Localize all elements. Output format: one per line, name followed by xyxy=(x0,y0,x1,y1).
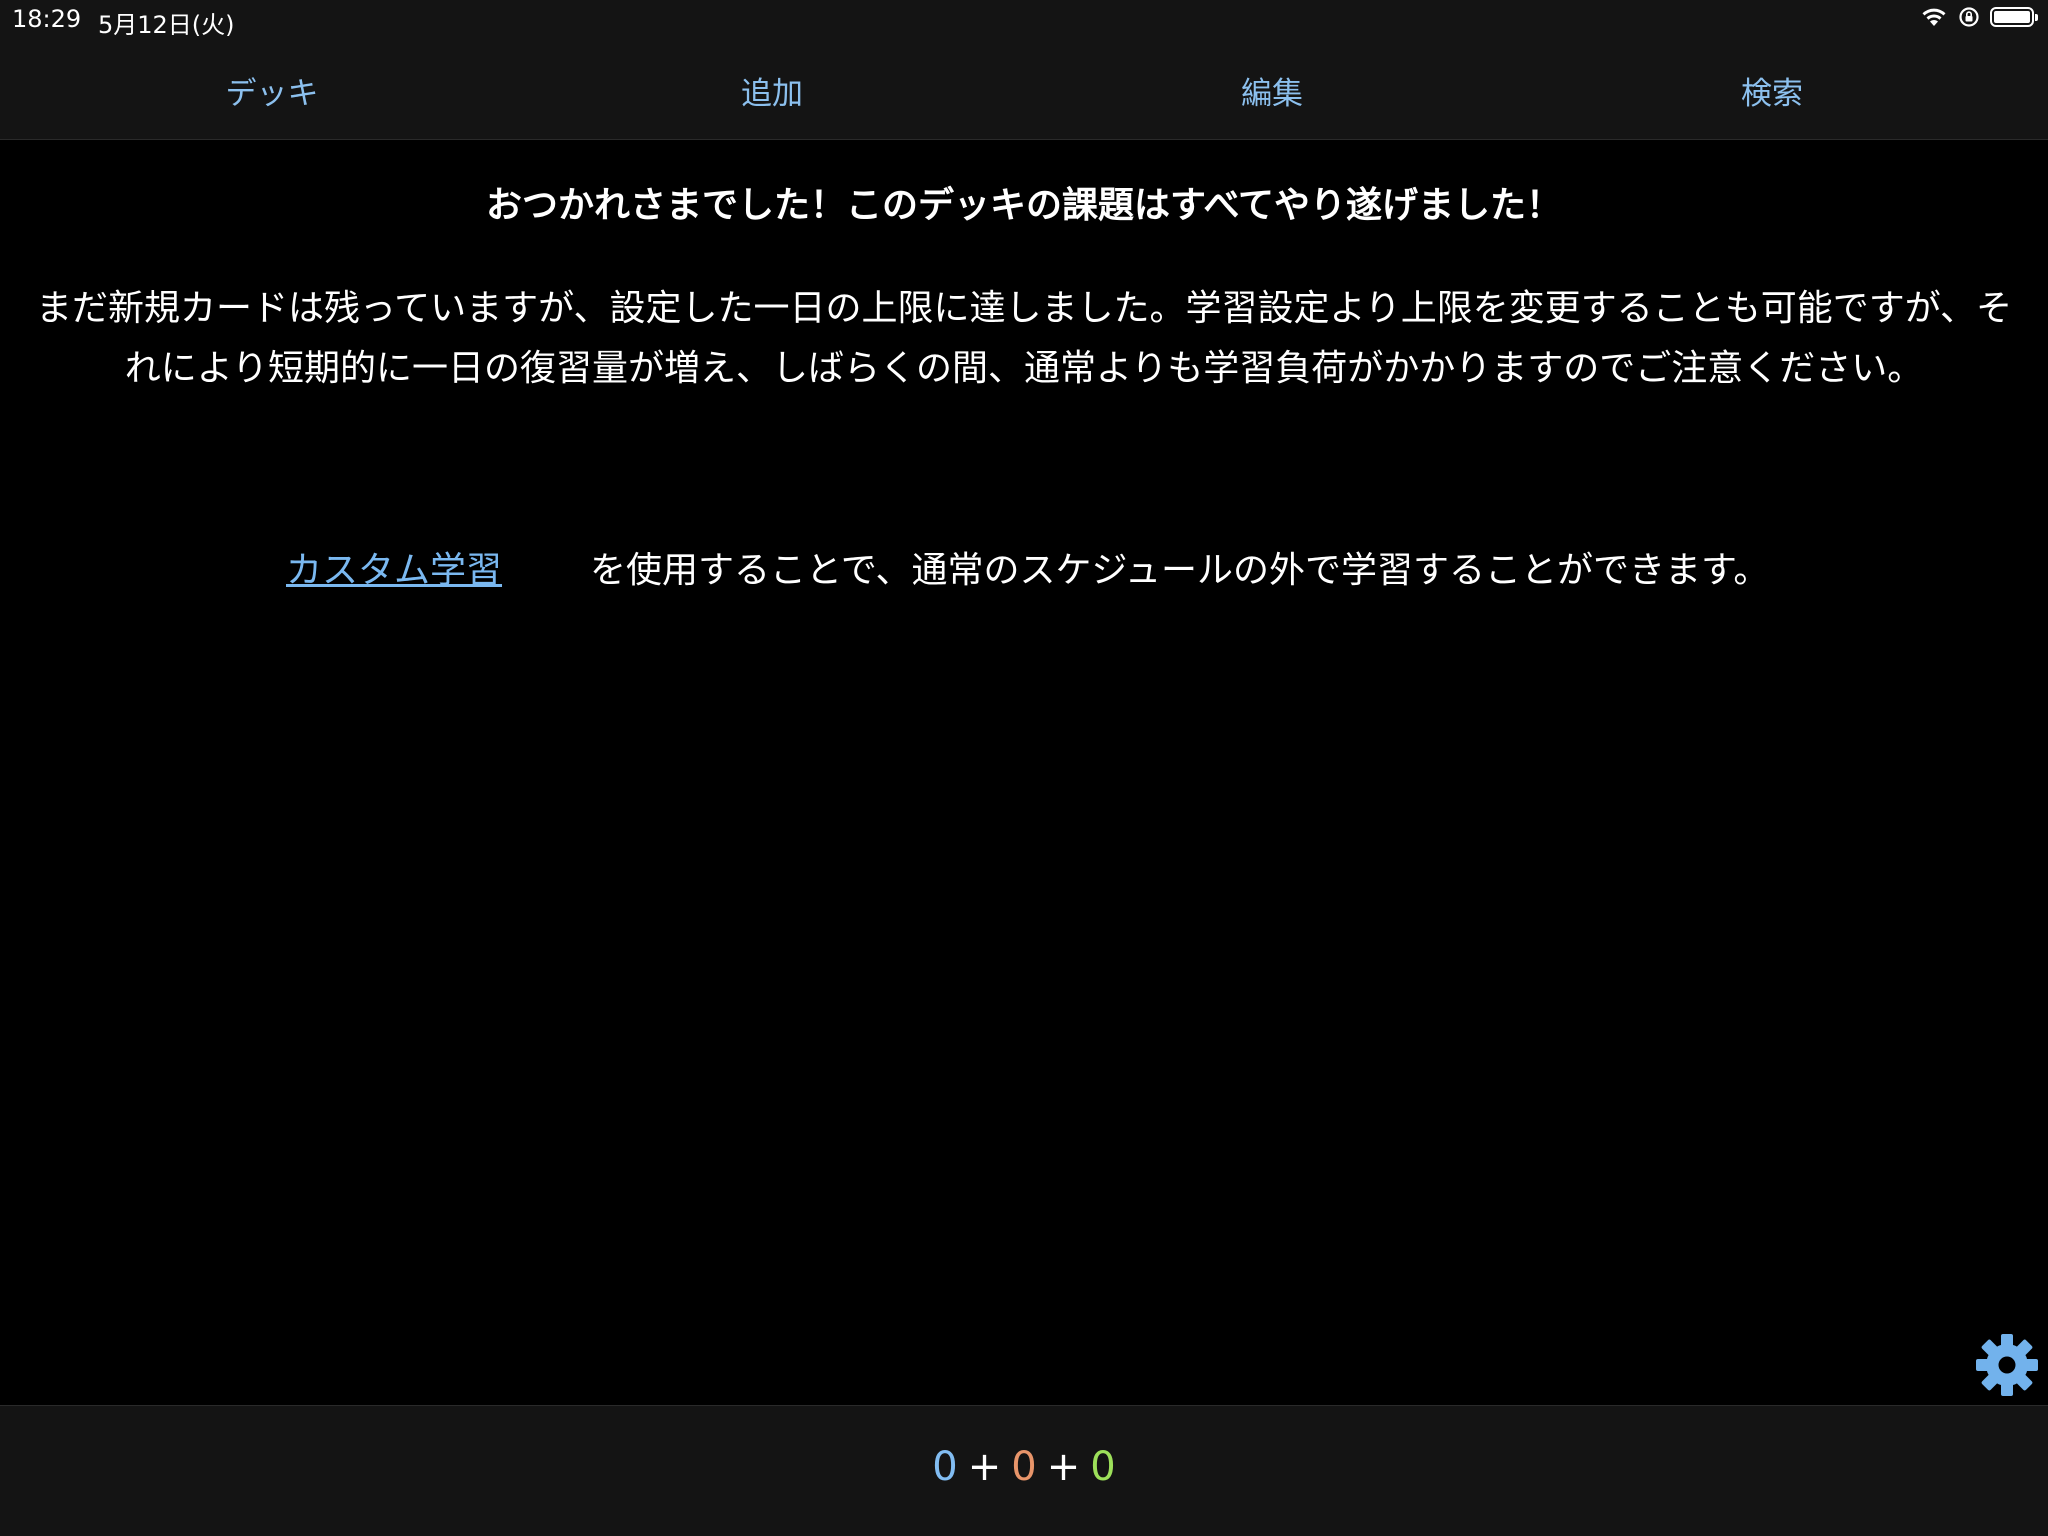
status-bar: 18:29 5月12日(火) xyxy=(0,0,2048,40)
wifi-icon xyxy=(1922,8,1946,26)
nav-add-button[interactable]: 追加 xyxy=(522,68,1022,113)
due-counts: 0 +0 +0 xyxy=(0,1444,2048,1490)
limit-message: まだ新規カードは残っていますが、設定した一日の上限に達しました。学習設定より上限… xyxy=(35,288,2013,389)
new-count: 0 xyxy=(932,1444,958,1490)
nav-edit-button[interactable]: 編集 xyxy=(1022,68,1522,113)
battery-fill xyxy=(1994,11,2030,23)
nav-decks-button[interactable]: デッキ xyxy=(22,68,522,113)
nav-search-button[interactable]: 検索 xyxy=(1522,68,2022,113)
nav-bar: デッキ 追加 編集 検索 xyxy=(0,40,2048,140)
review-count: 0 xyxy=(1090,1444,1116,1490)
gear-icon[interactable] xyxy=(1974,1332,2040,1398)
plus-sign: + xyxy=(967,1444,1002,1490)
status-time: 18:29 xyxy=(12,5,82,33)
custom-study-link[interactable]: カスタム学習 xyxy=(286,541,502,593)
status-icons xyxy=(1920,6,2038,28)
status-date: 5月12日(火) xyxy=(98,11,235,39)
bottom-bar: 0 +0 +0 xyxy=(0,1405,2048,1536)
custom-study-text: を使用することで、通常のスケジュールの外で学習することができます。 xyxy=(590,550,1770,591)
plus-sign: + xyxy=(1046,1444,1081,1490)
battery-icon xyxy=(1990,7,2038,27)
congrats-heading: おつかれさまでした！このデッキの課題はすべてやり遂げました！ xyxy=(485,185,1563,226)
rotation-lock-icon xyxy=(1959,7,1979,27)
learn-count: 0 xyxy=(1011,1444,1037,1490)
